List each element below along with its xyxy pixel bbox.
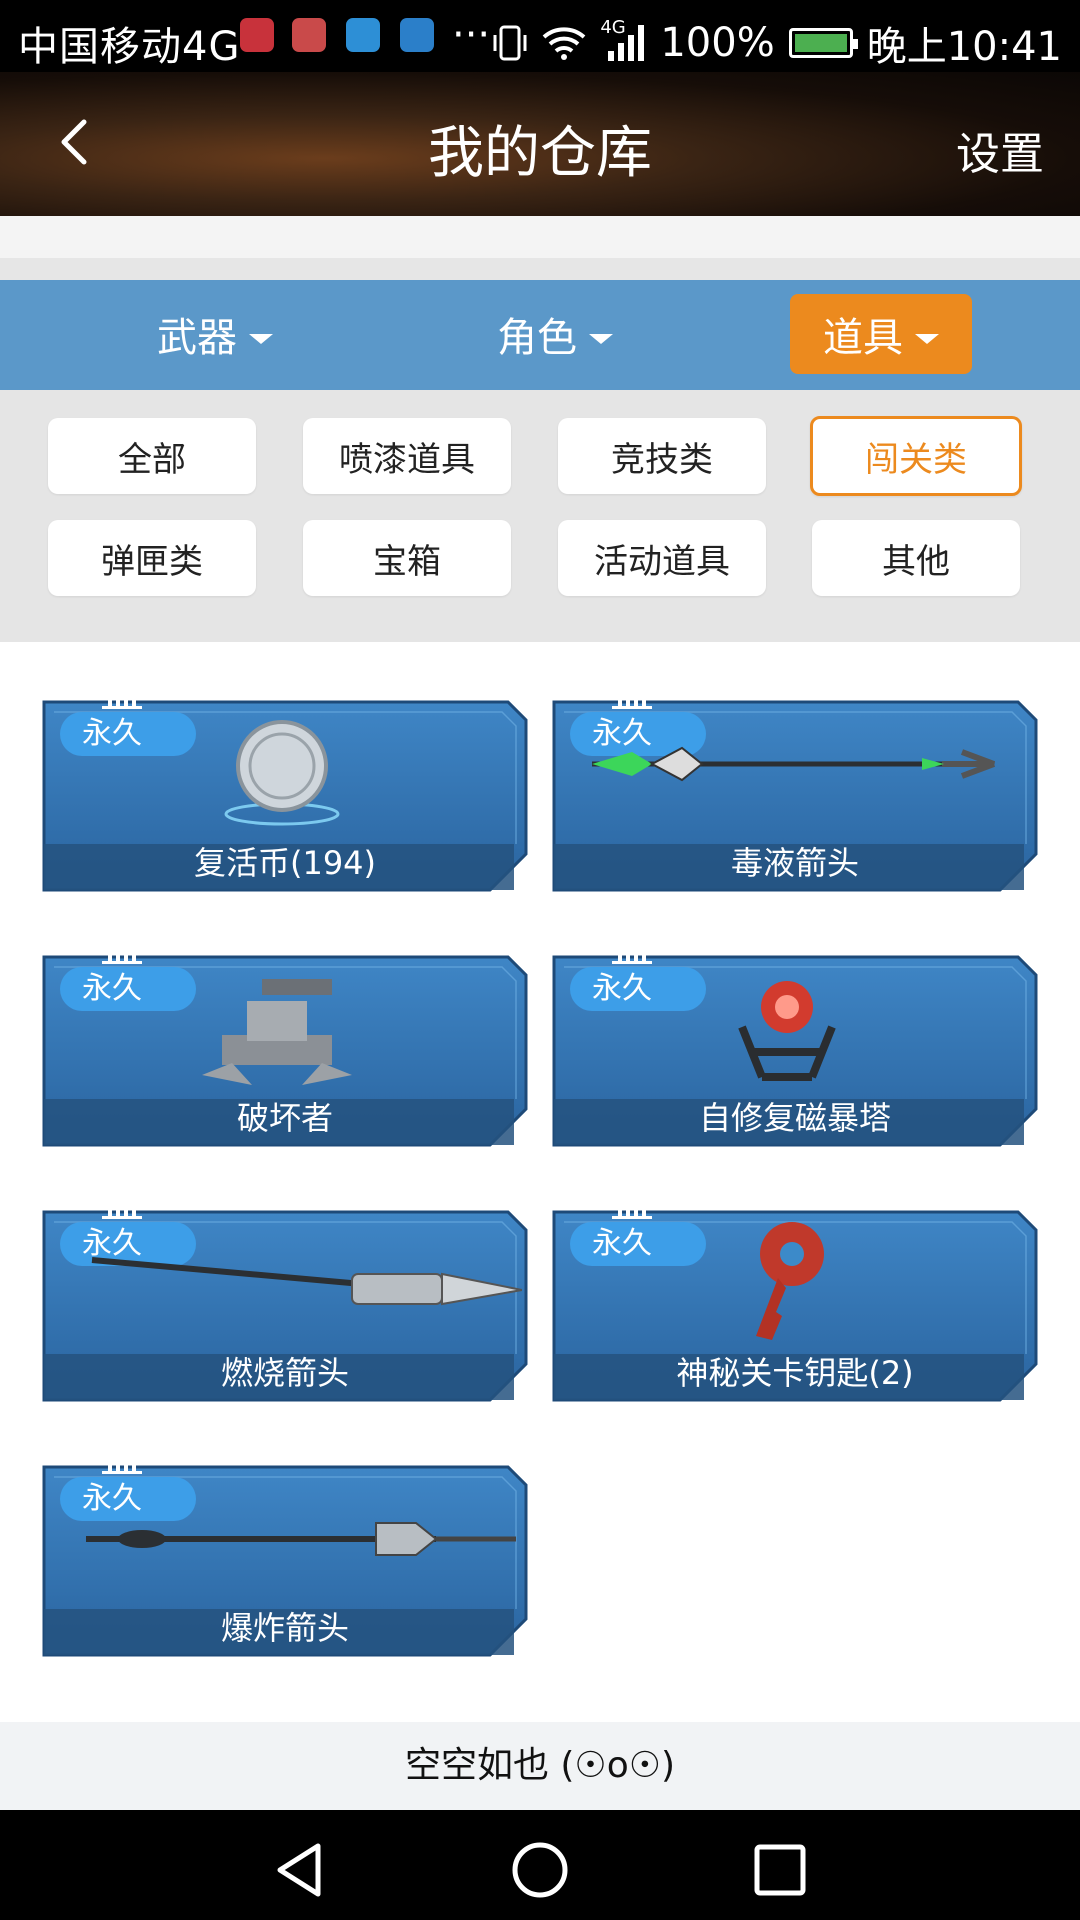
battery-icon xyxy=(788,28,858,58)
item-name: 破坏者 xyxy=(236,1099,333,1137)
key-icon xyxy=(756,1222,824,1340)
item-card[interactable]: 永久 爆炸箭头 xyxy=(42,1459,528,1657)
filter-panel: 全部 喷漆道具 竞技类 闯关类 弹匣类 宝箱 活动道具 其他 xyxy=(0,390,1080,642)
coin-icon xyxy=(224,720,340,826)
clock: 晚上10:41 xyxy=(866,24,1062,70)
tesla-tower-icon xyxy=(738,981,836,1081)
gallery-icon xyxy=(400,18,434,52)
permanent-badge: 永久 xyxy=(570,1222,706,1266)
item-card[interactable]: 永久 自修复磁暴塔 xyxy=(552,949,1038,1147)
tab-characters[interactable]: 角色 xyxy=(470,294,640,374)
tab-items[interactable]: 道具 xyxy=(790,294,972,374)
empty-message: 空空如也 (☉o☉) xyxy=(0,1722,1080,1810)
settings-button[interactable]: 设置 xyxy=(956,118,1044,182)
filter-magazine[interactable]: 弹匣类 xyxy=(48,520,256,596)
turret-icon xyxy=(202,979,352,1085)
chevron-down-icon xyxy=(249,334,273,344)
arrow-icon xyxy=(91,1257,522,1306)
category-tabs: 武器 角色 道具 xyxy=(0,280,1080,390)
item-card[interactable]: 永久 神秘关卡钥匙(2) xyxy=(552,1204,1038,1402)
item-card[interactable]: 永久 毒液箭头 xyxy=(552,694,1038,892)
filter-all[interactable]: 全部 xyxy=(48,418,256,494)
vibrate-icon xyxy=(493,25,527,61)
item-name: 爆炸箭头 xyxy=(220,1609,349,1647)
nav-home-icon[interactable] xyxy=(510,1840,570,1900)
filter-competitive[interactable]: 竞技类 xyxy=(558,418,766,494)
chevron-down-icon xyxy=(589,334,613,344)
signal-icon: 4G xyxy=(600,17,646,63)
permanent-badge: 永久 xyxy=(570,967,706,1011)
permanent-badge: 永久 xyxy=(60,967,196,1011)
tab-weapons[interactable]: 武器 xyxy=(130,294,300,374)
item-name: 毒液箭头 xyxy=(730,844,859,882)
nav-recent-icon[interactable] xyxy=(750,1840,810,1900)
battery-percent: 100% xyxy=(660,20,775,66)
nav-back-icon[interactable] xyxy=(270,1840,330,1900)
netease-music-icon xyxy=(240,18,274,52)
system-nav-bar xyxy=(0,1810,1080,1920)
status-bar: 中国移动4G ··· 4G 100% 晚上10:41 xyxy=(0,0,1080,72)
item-name: 复活币(194) xyxy=(193,844,377,882)
wifi-icon xyxy=(543,27,586,60)
arrow-icon xyxy=(592,746,996,782)
page-title: 我的仓库 xyxy=(428,121,652,186)
mail-icon xyxy=(292,18,326,52)
filter-chest[interactable]: 宝箱 xyxy=(303,520,511,596)
item-card[interactable]: 永久 燃烧箭头 xyxy=(42,1204,528,1402)
app-header: 我的仓库 设置 xyxy=(0,72,1080,216)
health-icon xyxy=(346,18,380,52)
item-name: 燃烧箭头 xyxy=(220,1354,349,1392)
chevron-down-icon xyxy=(915,334,939,344)
filter-spray[interactable]: 喷漆道具 xyxy=(303,418,511,494)
status-right: 4G 100% 晚上10:41 xyxy=(492,14,1062,72)
carrier-label: 中国移动4G xyxy=(18,24,241,70)
item-card[interactable]: 永久 破坏者 xyxy=(42,949,528,1147)
arrow-icon xyxy=(86,1522,516,1556)
more-indicator: ··· xyxy=(452,12,491,58)
divider xyxy=(0,258,1080,280)
item-card[interactable]: 永久 复活币(194) xyxy=(42,694,528,892)
item-name: 神秘关卡钥匙(2) xyxy=(676,1354,914,1392)
permanent-badge: 永久 xyxy=(60,712,196,756)
spacer xyxy=(0,216,1080,258)
filter-event[interactable]: 活动道具 xyxy=(558,520,766,596)
filter-other[interactable]: 其他 xyxy=(812,520,1020,596)
item-name: 自修复磁暴塔 xyxy=(698,1099,891,1137)
filter-stage[interactable]: 闯关类 xyxy=(810,416,1022,496)
